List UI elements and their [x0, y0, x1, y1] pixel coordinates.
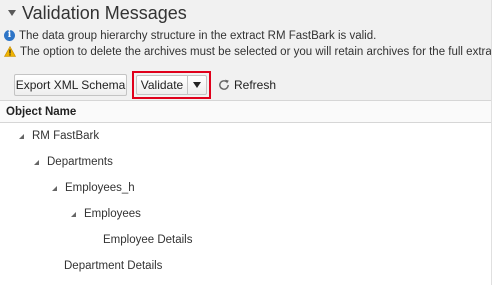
validate-dropdown-button[interactable]: [187, 75, 207, 95]
toolbar: Export XML Schema Validate Refresh: [0, 70, 492, 100]
validate-highlight: Validate: [132, 71, 211, 99]
refresh-label: Refresh: [234, 78, 277, 92]
tree-node-label[interactable]: Department Details: [64, 260, 162, 272]
table-header: Object Name: [0, 101, 492, 123]
tree-node-label[interactable]: RM FastBark: [32, 130, 99, 142]
tree-row[interactable]: Employee Details: [0, 227, 492, 253]
message-text: The data group hierarchy structure in th…: [19, 29, 377, 42]
tree-node-label[interactable]: Departments: [47, 156, 113, 168]
message-text: The option to delete the archives must b…: [20, 45, 492, 58]
validation-messages-panel: Validation Messages i The data group hie…: [0, 0, 492, 285]
collapse-icon[interactable]: [0, 0, 20, 26]
info-icon: i: [4, 30, 15, 41]
message-info: i The data group hierarchy structure in …: [4, 28, 376, 43]
tree-row[interactable]: Department Details: [0, 253, 492, 279]
tree-row[interactable]: Employees_h: [0, 175, 492, 201]
messages-header-area: Validation Messages i The data group hie…: [0, 0, 492, 101]
expand-toggle-icon[interactable]: [16, 131, 26, 141]
warning-icon: [4, 46, 16, 57]
message-warning: The option to delete the archives must b…: [4, 44, 492, 59]
tree-node-label[interactable]: Employees_h: [65, 182, 135, 194]
refresh-button[interactable]: Refresh: [217, 74, 276, 96]
expand-toggle-icon[interactable]: [49, 183, 59, 193]
validate-button[interactable]: Validate: [136, 75, 187, 95]
expand-toggle-icon[interactable]: [31, 157, 41, 167]
export-xml-schema-button[interactable]: Export XML Schema: [14, 74, 127, 96]
column-header-object-name[interactable]: Object Name: [6, 106, 76, 118]
section-title: Validation Messages: [22, 2, 187, 23]
expand-toggle-icon[interactable]: [68, 209, 78, 219]
tree-node-label[interactable]: Employee Details: [103, 234, 192, 246]
tree-row[interactable]: RM FastBark: [0, 123, 492, 149]
tree-node-label[interactable]: Employees: [84, 208, 141, 220]
refresh-icon: [219, 79, 229, 90]
chevron-down-icon: [193, 82, 201, 88]
tree-row[interactable]: Employees: [0, 201, 492, 227]
tree-row[interactable]: Departments: [0, 149, 492, 175]
section-header[interactable]: Validation Messages: [0, 0, 187, 26]
